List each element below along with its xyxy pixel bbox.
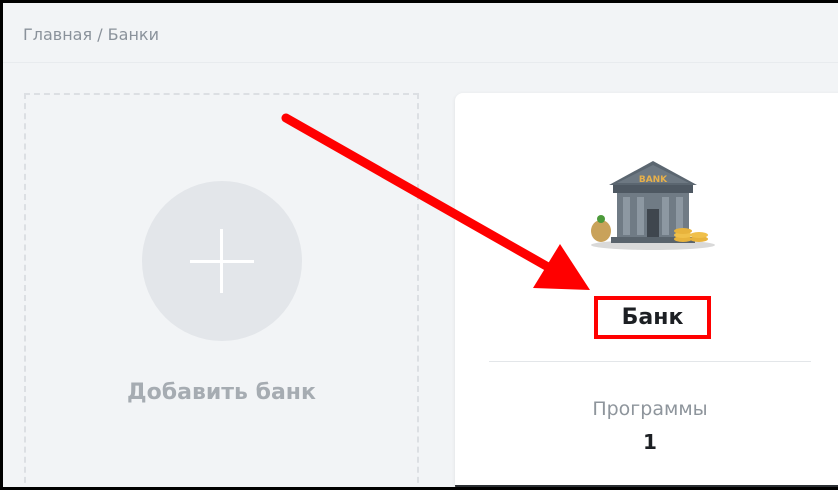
bank-sign-text: BANK: [639, 175, 668, 185]
page-frame: Главная / Банки Добавить банк BANK Банк …: [0, 0, 838, 490]
bank-name[interactable]: Банк: [622, 305, 684, 330]
bank-name-highlight: Банк: [594, 296, 711, 339]
breadcrumb-separator: /: [92, 25, 108, 44]
programs-label: Программы: [592, 398, 708, 420]
bank-card[interactable]: BANK Банк Программы 1: [455, 93, 838, 487]
header-divider: [3, 62, 838, 63]
programs-count: 1: [643, 430, 657, 454]
bank-building-icon: BANK: [591, 161, 715, 250]
card-divider: [489, 361, 811, 362]
breadcrumb-current: Банки: [107, 25, 159, 44]
breadcrumb-home[interactable]: Главная: [23, 25, 92, 44]
add-bank-card[interactable]: Добавить банк: [24, 93, 419, 487]
add-bank-label: Добавить банк: [127, 380, 316, 405]
plus-icon[interactable]: [142, 181, 302, 341]
breadcrumb: Главная / Банки: [23, 25, 159, 44]
